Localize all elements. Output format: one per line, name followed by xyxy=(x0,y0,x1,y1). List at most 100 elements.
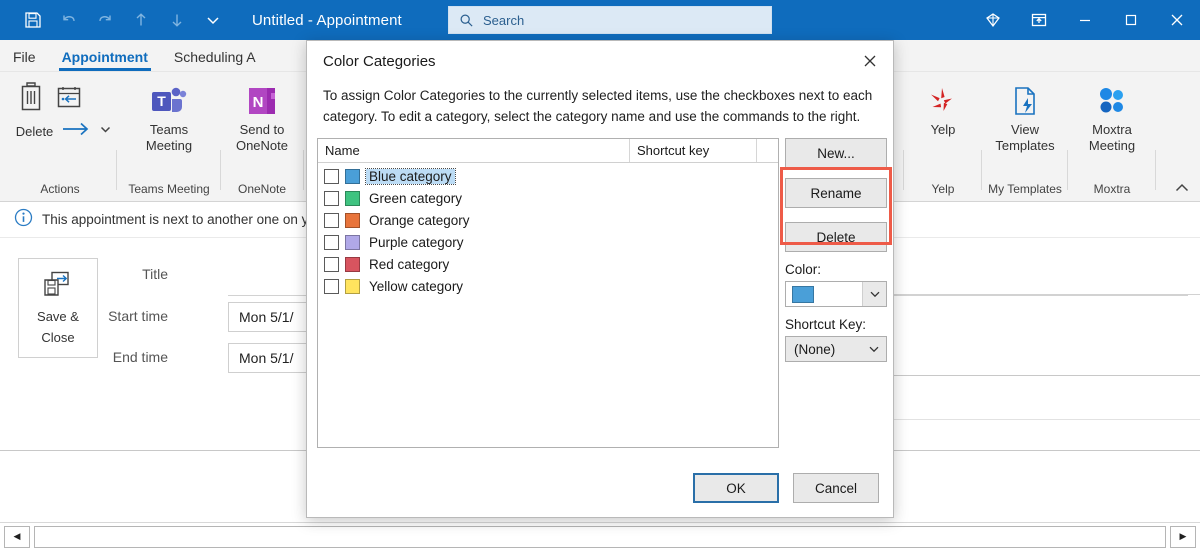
category-color-swatch xyxy=(345,234,360,250)
search-container[interactable]: Search xyxy=(448,6,772,34)
new-category-button[interactable]: New... xyxy=(785,138,887,168)
search-placeholder: Search xyxy=(483,12,525,28)
scroll-track[interactable] xyxy=(34,525,1166,548)
forward-arrow-icon[interactable] xyxy=(61,121,91,142)
start-time-label: Start time xyxy=(108,308,168,324)
redo-icon[interactable] xyxy=(88,5,122,35)
ribbon-separator xyxy=(1155,150,1156,190)
ribbon-separator xyxy=(981,150,982,190)
save-close-line2: Close xyxy=(41,330,75,345)
yelp-icon xyxy=(926,80,960,122)
ribbon-group-label: OneNote xyxy=(237,182,287,196)
category-checkbox[interactable] xyxy=(324,278,339,294)
quick-access-toolbar xyxy=(0,5,230,35)
ribbon-group-onenote: N Send to OneNote OneNote xyxy=(222,72,302,202)
next-item-icon[interactable] xyxy=(160,5,194,35)
chevron-down-icon[interactable] xyxy=(862,282,886,306)
chevron-down-icon[interactable] xyxy=(862,337,886,361)
category-checkbox[interactable] xyxy=(324,212,339,228)
scroll-left-button[interactable]: ◀ xyxy=(4,525,30,548)
category-checkbox[interactable] xyxy=(324,168,339,184)
category-row-green[interactable]: Green category xyxy=(318,187,778,209)
ribbon-separator xyxy=(220,150,221,190)
svg-text:T: T xyxy=(157,93,166,109)
ribbon-separator xyxy=(903,150,904,190)
title-input-right[interactable] xyxy=(894,294,1200,295)
diamond-icon[interactable] xyxy=(970,0,1016,40)
ribbon-group-actions: Delete Actions xyxy=(4,72,116,202)
templates-icon xyxy=(1009,80,1041,122)
undo-icon[interactable] xyxy=(52,5,86,35)
category-checkbox[interactable] xyxy=(324,234,339,250)
horizontal-scrollbar[interactable]: ◀ ▶ xyxy=(0,522,1200,550)
category-name: Green category xyxy=(369,190,463,206)
category-checkbox[interactable] xyxy=(324,190,339,206)
end-time-label: End time xyxy=(112,349,168,365)
category-row-orange[interactable]: Orange category xyxy=(318,209,778,231)
form-divider xyxy=(894,375,1200,376)
dialog-close-button[interactable] xyxy=(847,41,893,81)
delete-button-label[interactable]: Delete xyxy=(16,124,54,139)
categories-listbox[interactable]: Name Shortcut key Blue category Green ca… xyxy=(317,138,779,448)
onenote-icon: N xyxy=(245,80,279,122)
moxtra-icon xyxy=(1096,80,1128,122)
dialog-description: To assign Color Categories to the curren… xyxy=(323,88,873,124)
move-to-folder-icon[interactable] xyxy=(56,84,82,115)
search-input[interactable]: Search xyxy=(448,6,772,34)
ribbon-group-label: Actions xyxy=(40,182,80,196)
close-button[interactable] xyxy=(1154,0,1200,40)
svg-text:N: N xyxy=(253,94,264,111)
shortcut-key-dropdown[interactable]: (None) xyxy=(785,336,887,362)
save-icon[interactable] xyxy=(16,5,50,35)
scroll-right-button[interactable]: ▶ xyxy=(1170,525,1196,548)
teams-meeting-button[interactable]: T Teams Meeting xyxy=(125,80,213,154)
category-row-blue[interactable]: Blue category xyxy=(318,165,778,187)
color-label: Color: xyxy=(785,262,822,277)
info-icon xyxy=(14,208,33,232)
rename-category-button[interactable]: Rename xyxy=(785,178,887,208)
column-header-extra[interactable] xyxy=(757,139,778,162)
chevron-down-icon[interactable] xyxy=(99,123,112,141)
tab-appointment[interactable]: Appointment xyxy=(49,49,161,71)
title-label: Title xyxy=(142,266,168,282)
category-row-red[interactable]: Red category xyxy=(318,253,778,275)
ribbon-group-label: My Templates xyxy=(988,182,1062,196)
column-header-name[interactable]: Name xyxy=(318,139,630,162)
shortcut-key-value: (None) xyxy=(794,341,836,357)
cancel-button[interactable]: Cancel xyxy=(793,473,879,503)
minimize-button[interactable] xyxy=(1062,0,1108,40)
title-bar: Untitled - Appointment Search xyxy=(0,0,1200,40)
titlebar-right-controls xyxy=(970,0,1200,40)
maximize-button[interactable] xyxy=(1108,0,1154,40)
customize-quick-access-icon[interactable] xyxy=(196,5,230,35)
tab-scheduling-assistant[interactable]: Scheduling A xyxy=(161,49,269,71)
category-color-swatch xyxy=(345,256,360,272)
category-row-purple[interactable]: Purple category xyxy=(318,231,778,253)
yelp-label: Yelp xyxy=(930,122,956,137)
trash-icon[interactable] xyxy=(16,80,46,119)
category-name: Blue category xyxy=(365,167,456,185)
ribbon-separator xyxy=(1067,150,1068,190)
moxtra-meeting-button[interactable]: Moxtra Meeting xyxy=(1070,80,1154,154)
category-row-yellow[interactable]: Yellow category xyxy=(318,275,778,297)
view-templates-label: View Templates xyxy=(995,122,1055,153)
category-checkbox[interactable] xyxy=(324,256,339,272)
column-header-shortcut-key[interactable]: Shortcut key xyxy=(630,139,757,162)
delete-category-button[interactable]: Delete xyxy=(785,222,887,252)
category-name: Orange category xyxy=(369,212,470,228)
yelp-button[interactable]: Yelp xyxy=(906,80,980,138)
ribbon-group-my-templates: View Templates My Templates xyxy=(983,72,1067,202)
collapse-ribbon-icon[interactable] xyxy=(1174,182,1190,197)
previous-item-icon[interactable] xyxy=(124,5,158,35)
dialog-side-controls: New... Rename Delete Color: Shortcut Key… xyxy=(785,138,887,362)
tab-file[interactable]: File xyxy=(0,49,49,71)
ribbon-group-label: Teams Meeting xyxy=(128,182,210,196)
ribbon-group-moxtra: Moxtra Meeting Moxtra xyxy=(1069,72,1155,202)
window-title: Untitled - Appointment xyxy=(252,11,402,29)
send-to-onenote-button[interactable]: N Send to OneNote xyxy=(223,80,301,154)
ribbon-display-options-icon[interactable] xyxy=(1016,0,1062,40)
listbox-header: Name Shortcut key xyxy=(318,139,778,163)
color-dropdown[interactable] xyxy=(785,281,887,307)
ok-button[interactable]: OK xyxy=(693,473,779,503)
view-templates-button[interactable]: View Templates xyxy=(984,80,1066,154)
